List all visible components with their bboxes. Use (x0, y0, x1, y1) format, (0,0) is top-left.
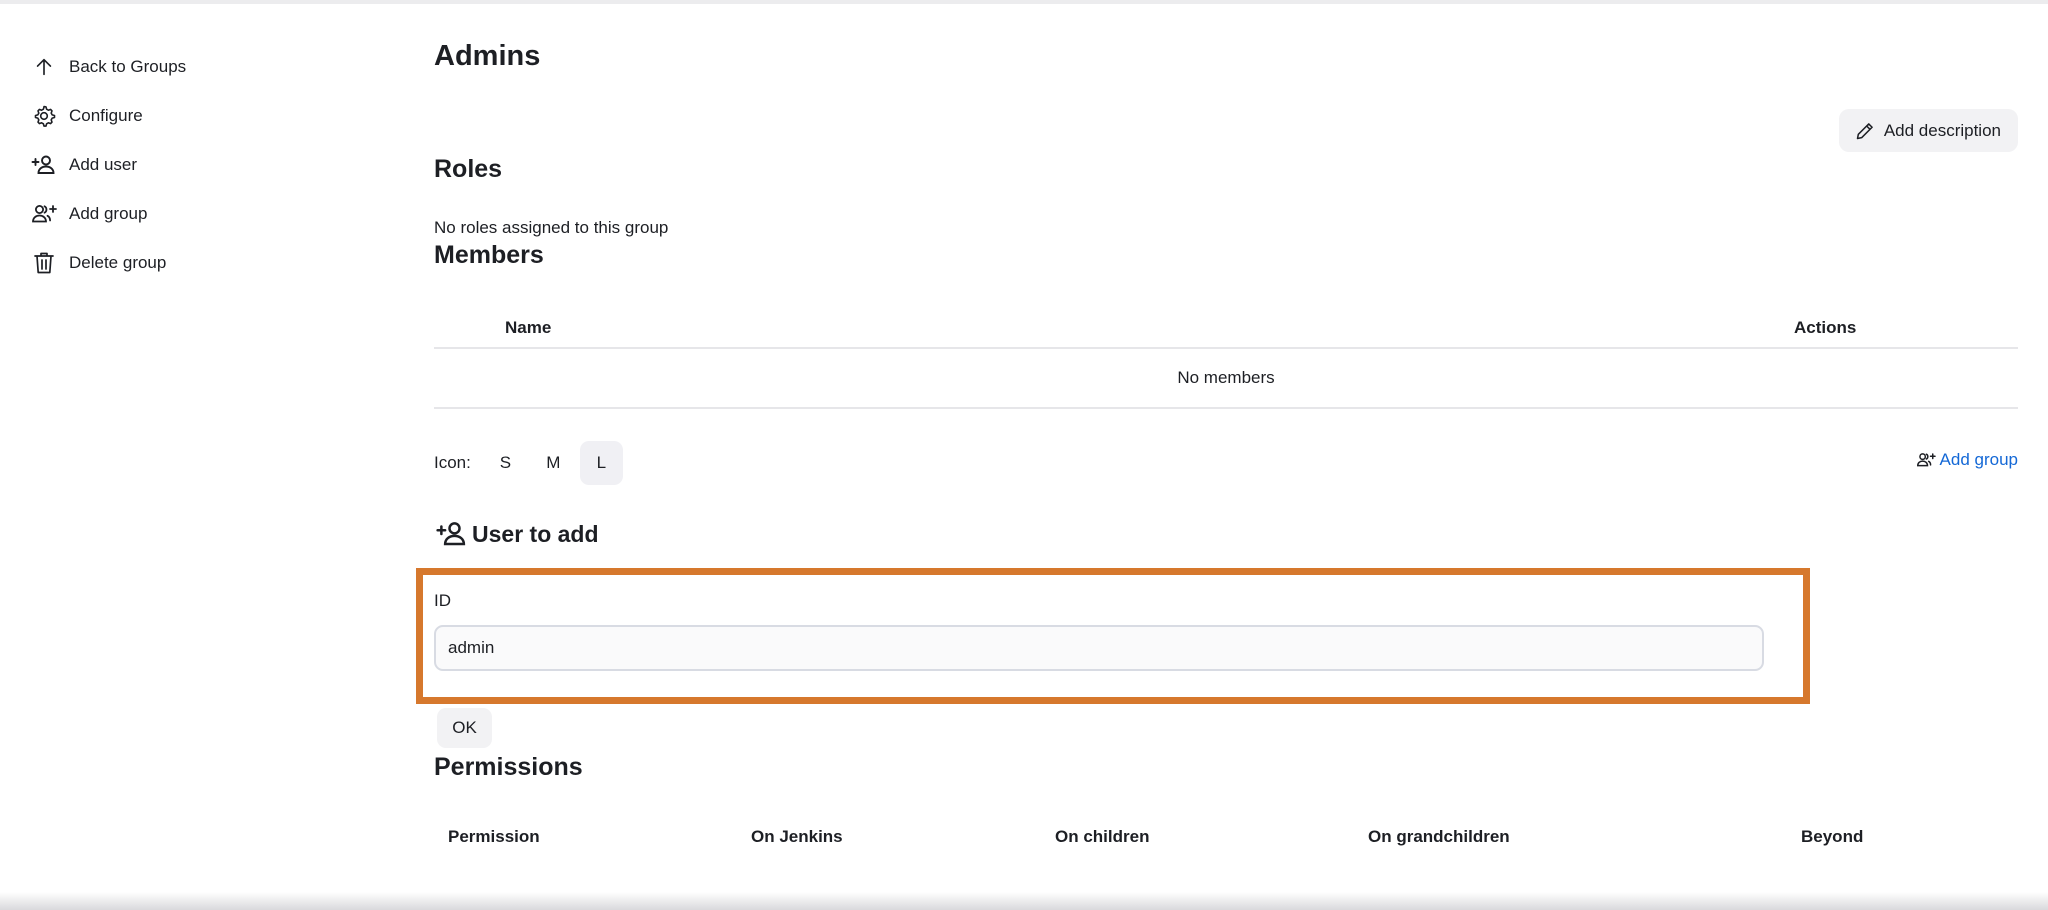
trash-icon (30, 249, 58, 277)
pencil-icon (1855, 121, 1875, 141)
sidebar-item-label: Configure (69, 105, 143, 125)
column-header-beyond: Beyond (1801, 827, 1864, 846)
sidebar-item-add-user[interactable]: Add user (30, 140, 350, 189)
members-heading: Members (434, 241, 544, 269)
user-to-add-heading: User to add (434, 519, 599, 549)
add-description-label: Add description (1883, 120, 2001, 140)
roles-empty-text: No roles assigned to this group (434, 218, 669, 237)
add-people-icon (1916, 451, 1936, 469)
column-header-on-children: On children (1055, 827, 1150, 846)
icon-size-label: Icon: (434, 453, 471, 472)
table-header: Name Actions (434, 308, 2018, 349)
add-group-link-label: Add group (1939, 450, 2018, 469)
column-header-on-jenkins: On Jenkins (751, 827, 843, 846)
sidebar-item-add-group[interactable]: Add group (30, 189, 350, 238)
main-content: Admins Add description Roles No roles as… (416, 0, 2018, 910)
icon-size-medium[interactable]: M (532, 441, 575, 485)
id-input[interactable] (434, 625, 1764, 671)
members-empty-row: No members (434, 349, 2018, 409)
sidebar-item-label: Add group (69, 203, 148, 223)
ok-button[interactable]: OK (437, 708, 492, 748)
column-header-actions: Actions (1794, 318, 1857, 337)
add-description-button[interactable]: Add description (1838, 109, 2018, 152)
sidebar-item-label: Delete group (69, 252, 167, 272)
add-person-icon (30, 151, 58, 179)
column-header-on-grandchildren: On grandchildren (1368, 827, 1510, 846)
roles-heading: Roles (434, 155, 503, 183)
sidebar-item-delete-group[interactable]: Delete group (30, 238, 350, 287)
gear-icon (30, 102, 58, 130)
bottom-edge (0, 892, 2048, 910)
sidebar-item-back-to-groups[interactable]: Back to Groups (30, 42, 350, 91)
icon-size-selector: Icon: S M L (434, 441, 628, 485)
column-header-name: Name (505, 318, 552, 337)
members-table: Name Actions No members (434, 308, 2018, 409)
page-title: Admins (434, 40, 541, 72)
sidebar-item-label: Back to Groups (69, 56, 187, 76)
sidebar-item-configure[interactable]: Configure (30, 91, 350, 140)
column-header-permission: Permission (448, 827, 540, 846)
sidebar: Back to Groups Configure Add user Add gr… (30, 42, 350, 287)
user-to-add-label: User to add (472, 520, 599, 547)
id-field-label: ID (434, 591, 451, 610)
arrow-up-icon (30, 53, 58, 81)
icon-size-large[interactable]: L (579, 441, 623, 485)
sidebar-item-label: Add user (69, 154, 138, 174)
add-person-icon (434, 519, 470, 549)
add-people-icon (30, 200, 58, 228)
permissions-heading: Permissions (434, 753, 583, 781)
add-group-link[interactable]: Add group (1916, 450, 2018, 470)
icon-size-small[interactable]: S (484, 441, 527, 485)
